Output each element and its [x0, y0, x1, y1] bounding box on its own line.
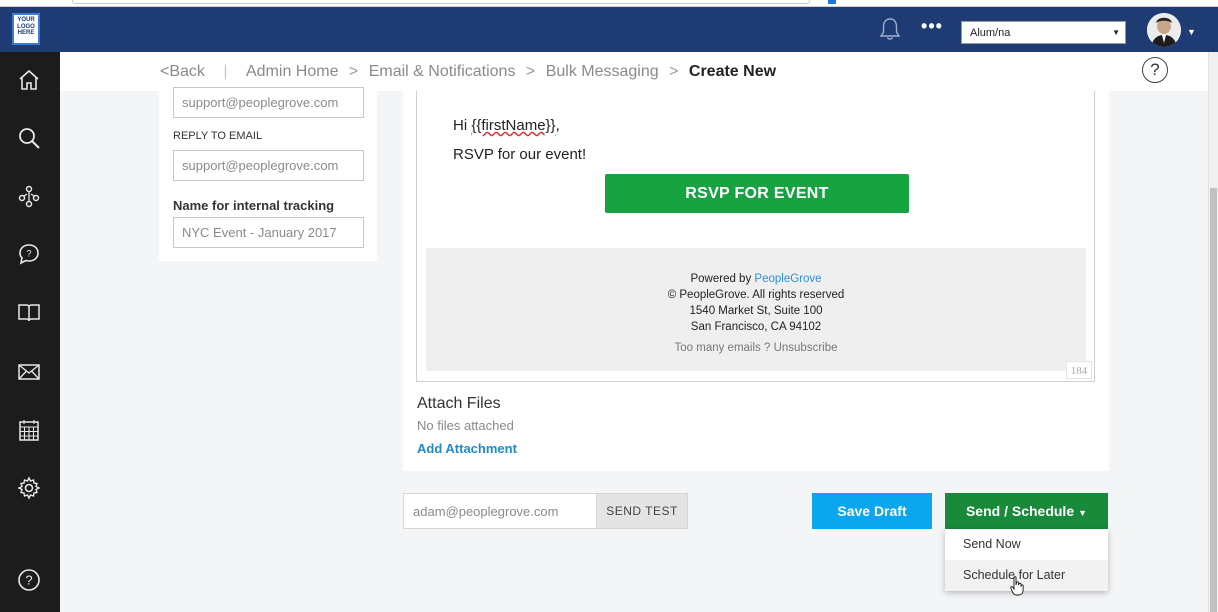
user-avatar[interactable]	[1147, 13, 1181, 47]
address-bar[interactable]	[72, 0, 810, 4]
attach-files-heading: Attach Files	[417, 395, 501, 412]
greeting-prefix: Hi	[453, 117, 472, 134]
extension-icon[interactable]	[828, 0, 836, 4]
bell-icon[interactable]	[879, 17, 901, 41]
search-icon[interactable]	[15, 124, 43, 152]
copyright-text: © PeopleGrove. All rights reserved	[667, 289, 845, 301]
unsubscribe-line: Too many emails ? Unsubscribe	[426, 342, 1086, 354]
reply-to-email-field[interactable]: support@peoplegrove.com	[173, 150, 364, 181]
chevron-right-icon: >	[348, 63, 359, 80]
from-email-field[interactable]: support@peoplegrove.com	[173, 87, 364, 118]
book-icon[interactable]	[15, 298, 43, 326]
greeting-line: Hi {{firstName}},	[453, 117, 560, 134]
back-link[interactable]: Back	[169, 63, 205, 81]
help-button[interactable]: ?	[1142, 57, 1168, 83]
scrollbar-thumb[interactable]	[1210, 188, 1217, 612]
address-line-1: 1540 Market St, Suite 100	[689, 305, 823, 317]
menu-item-send-now[interactable]: Send Now	[945, 529, 1108, 560]
breadcrumb-bulk-messaging[interactable]: Bulk Messaging	[546, 63, 659, 81]
role-select[interactable]: Alum/na ▼	[961, 21, 1126, 44]
home-icon[interactable]	[15, 66, 43, 94]
svg-text:?: ?	[25, 573, 32, 588]
rsvp-event-button[interactable]: RSVP FOR EVENT	[605, 174, 909, 213]
browser-toolbar	[0, 0, 1218, 7]
settings-icon[interactable]	[15, 474, 43, 502]
hand-cursor-icon	[1010, 576, 1024, 596]
tracking-name-label: Name for internal tracking	[173, 198, 335, 213]
page-title: Create New	[688, 63, 777, 80]
unsubscribe-prefix: Too many emails ?	[674, 342, 774, 354]
chevron-right-icon: >	[669, 63, 679, 80]
add-attachment-link[interactable]: Add Attachment	[417, 441, 517, 456]
calendar-icon[interactable]	[15, 416, 43, 444]
test-email-input[interactable]: adam@peoplegrove.com	[403, 493, 597, 529]
avatar-dropdown-icon[interactable]: ▼	[1187, 27, 1196, 37]
send-schedule-label: Send / Schedule	[965, 503, 1075, 519]
sidebar: ? ?	[0, 52, 60, 612]
send-schedule-menu: Send Now Schedule for Later	[945, 529, 1108, 591]
email-settings-card: support@peoplegrove.com REPLY TO EMAIL s…	[159, 87, 377, 261]
email-body-editor[interactable]: Hi {{firstName}}, RSVP for our event! RS…	[416, 91, 1095, 382]
role-select-value: Alum/na	[970, 27, 1011, 39]
body-text: RSVP for our event!	[453, 146, 587, 163]
send-schedule-button[interactable]: Send / Schedule ▼	[945, 493, 1108, 529]
tracking-name-field[interactable]: NYC Event - January 2017	[173, 217, 364, 248]
save-draft-button[interactable]: Save Draft	[812, 493, 932, 529]
attachment-status: No files attached	[417, 418, 514, 433]
breadcrumb-bar: < Back | Admin Home > Email & Notificati…	[60, 52, 1208, 91]
peoplegrove-link[interactable]: PeopleGrove	[754, 273, 821, 285]
top-navbar: YOUR LOGO HERE ••• Alum/na ▼ ▼	[0, 7, 1218, 52]
caret-down-icon: ▼	[1078, 508, 1088, 518]
powered-by-text: Powered by	[690, 273, 755, 285]
breadcrumb-email-notifications[interactable]: Email & Notifications	[369, 63, 516, 81]
breadcrumb-admin-home[interactable]: Admin Home	[246, 63, 338, 81]
help-icon[interactable]: ?	[15, 566, 43, 594]
email-footer: Powered by PeopleGrove © PeopleGrove. Al…	[426, 248, 1086, 371]
mail-icon[interactable]	[15, 358, 43, 386]
network-icon[interactable]	[15, 182, 43, 210]
unsubscribe-link[interactable]: Unsubscribe	[774, 342, 838, 354]
address-line-2: San Francisco, CA 94102	[690, 321, 822, 333]
back-chevron-icon[interactable]: <	[160, 63, 169, 81]
logo[interactable]: YOUR LOGO HERE	[12, 13, 40, 45]
chevron-right-icon: >	[525, 63, 536, 80]
first-name-variable: {{firstName}}	[471, 117, 556, 134]
send-test-button[interactable]: SEND TEST	[596, 493, 688, 529]
greeting-suffix: ,	[555, 117, 560, 134]
avatar-image	[1147, 13, 1181, 47]
select-arrow-icon: ▼	[1112, 28, 1120, 37]
divider: |	[223, 63, 228, 80]
svg-text:?: ?	[26, 249, 31, 259]
breadcrumb: < Back | Admin Home > Email & Notificati…	[160, 63, 776, 81]
reply-to-label: REPLY TO EMAIL	[173, 130, 263, 142]
chat-icon[interactable]: ?	[15, 240, 43, 268]
character-counter: 184	[1066, 361, 1092, 379]
message-editor-card: Hi {{firstName}}, RSVP for our event! RS…	[403, 91, 1109, 471]
more-options-icon[interactable]: •••	[920, 16, 944, 40]
powered-by-line: Powered by PeopleGrove	[426, 273, 1086, 285]
menu-item-schedule-later[interactable]: Schedule for Later	[945, 560, 1108, 591]
